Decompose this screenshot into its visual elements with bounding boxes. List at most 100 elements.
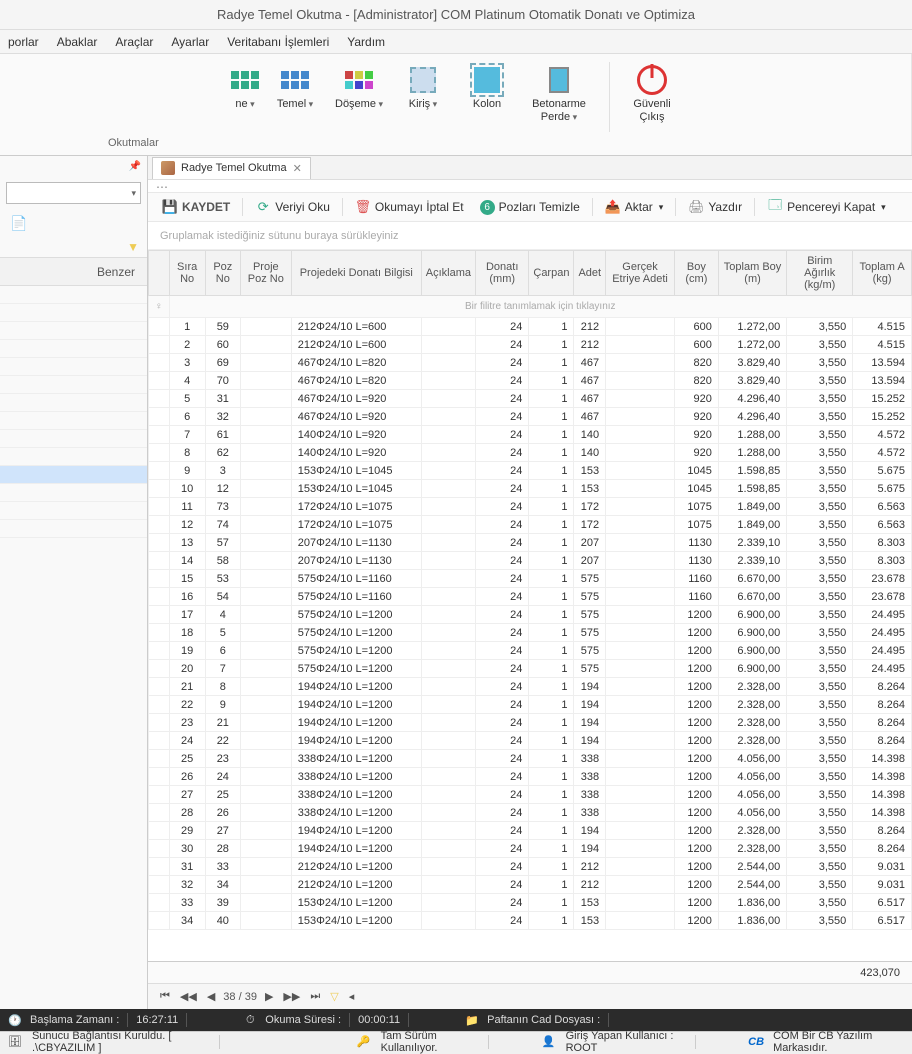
table-row[interactable]: 34 40 153Φ24/10 L=1200 24 1 153 1200 1.8… xyxy=(149,912,912,930)
table-row[interactable]: 9 3 153Φ24/10 L=1045 24 1 153 1045 1.598… xyxy=(149,462,912,480)
col-donati[interactable]: Donatı (mm) xyxy=(476,251,529,296)
menu-item[interactable]: Araçlar xyxy=(115,35,153,49)
table-row[interactable]: 11 73 172Φ24/10 L=1075 24 1 172 1075 1.8… xyxy=(149,498,912,516)
table-row[interactable]: 14 58 207Φ24/10 L=1130 24 1 207 1130 2.3… xyxy=(149,552,912,570)
table-row[interactable]: 12 74 172Φ24/10 L=1075 24 1 172 1075 1.8… xyxy=(149,516,912,534)
list-item[interactable] xyxy=(0,304,147,322)
col-aciklama[interactable]: Açıklama xyxy=(421,251,475,296)
filter-row[interactable]: ♀Bir filitre tanımlamak için tıklayınız xyxy=(149,296,912,318)
col-agirlik[interactable]: Toplam A (kg) xyxy=(853,251,912,296)
ribbon-cikis[interactable]: Güvenli Çıkış xyxy=(624,62,680,126)
list-item[interactable] xyxy=(0,322,147,340)
ribbon-doseme[interactable]: Döşeme xyxy=(331,62,387,113)
menu-item[interactable]: Yardım xyxy=(347,35,385,49)
filter-icon[interactable]: ▼ xyxy=(127,240,139,254)
page-back-icon[interactable]: ◀ xyxy=(205,990,217,1003)
side-dropdown[interactable]: ▾ xyxy=(6,182,141,204)
ribbon-ne[interactable]: ne xyxy=(231,62,259,113)
list-item[interactable] xyxy=(0,520,147,538)
tab-close-icon[interactable]: ✕ xyxy=(293,162,302,175)
side-folder-icon[interactable]: 📄 xyxy=(0,210,147,236)
table-row[interactable]: 25 23 338Φ24/10 L=1200 24 1 338 1200 4.0… xyxy=(149,750,912,768)
group-by-hint[interactable]: Gruplamak istediğiniz sütunu buraya sürü… xyxy=(148,222,912,250)
menu-item[interactable]: porlar xyxy=(8,35,39,49)
ribbon-kolon[interactable]: Kolon xyxy=(459,62,515,113)
table-row[interactable]: 1 59 212Φ24/10 L=600 24 1 212 600 1.272,… xyxy=(149,318,912,336)
table-row[interactable]: 22 9 194Φ24/10 L=1200 24 1 194 1200 2.32… xyxy=(149,696,912,714)
table-row[interactable]: 10 12 153Φ24/10 L=1045 24 1 153 1045 1.5… xyxy=(149,480,912,498)
page-last-icon[interactable]: ⏭ xyxy=(308,990,322,1003)
iptal-button[interactable]: 🗑Okumayı İptal Et xyxy=(349,197,470,217)
list-item[interactable] xyxy=(0,412,147,430)
veriyi-oku-button[interactable]: ⟳Veriyi Oku xyxy=(249,197,336,217)
page-next-icon[interactable]: ▶ xyxy=(263,990,275,1003)
menu-item[interactable]: Veritabanı İşlemleri xyxy=(227,35,329,49)
col-projepoz[interactable]: Proje Poz No xyxy=(240,251,291,296)
data-grid[interactable]: Sıra No Poz No Proje Poz No Projedeki Do… xyxy=(148,250,912,961)
table-row[interactable]: 8 62 140Φ24/10 L=920 24 1 140 920 1.288,… xyxy=(149,444,912,462)
list-item[interactable] xyxy=(0,394,147,412)
ribbon-kiris[interactable]: Kiriş xyxy=(395,62,451,113)
kaydet-button[interactable]: 💾KAYDET xyxy=(156,197,236,217)
table-row[interactable]: 33 39 153Φ24/10 L=1200 24 1 153 1200 1.8… xyxy=(149,894,912,912)
list-item[interactable] xyxy=(0,340,147,358)
list-item[interactable] xyxy=(0,376,147,394)
yazdir-button[interactable]: 🖨Yazdır xyxy=(682,197,748,217)
table-row[interactable]: 5 31 467Φ24/10 L=920 24 1 467 920 4.296,… xyxy=(149,390,912,408)
page-fwd-icon[interactable]: ▶▶ xyxy=(281,990,302,1003)
ribbon-perde[interactable]: Betonarme Perde xyxy=(523,62,595,126)
ribbon-temel[interactable]: Temel xyxy=(267,62,323,113)
col-birim[interactable]: Birim Ağırlık (kg/m) xyxy=(787,251,853,296)
paginator-filter-icon[interactable]: ▽ xyxy=(328,990,340,1003)
col-sira[interactable]: Sıra No xyxy=(169,251,205,296)
menu-item[interactable]: Ayarlar xyxy=(171,35,209,49)
col-boy[interactable]: Boy (cm) xyxy=(674,251,718,296)
kapat-button[interactable]: 🗔Pencereyi Kapat▾ xyxy=(761,197,892,217)
list-item[interactable] xyxy=(0,430,147,448)
page-first-icon[interactable]: ⏮ xyxy=(158,990,172,1003)
table-row[interactable]: 29 27 194Φ24/10 L=1200 24 1 194 1200 2.3… xyxy=(149,822,912,840)
table-row[interactable]: 20 7 575Φ24/10 L=1200 24 1 575 1200 6.90… xyxy=(149,660,912,678)
list-item[interactable] xyxy=(0,502,147,520)
list-item[interactable] xyxy=(0,484,147,502)
page-prev-icon[interactable]: ◀◀ xyxy=(178,990,199,1003)
table-row[interactable]: 15 53 575Φ24/10 L=1160 24 1 575 1160 6.6… xyxy=(149,570,912,588)
table-row[interactable]: 26 24 338Φ24/10 L=1200 24 1 338 1200 4.0… xyxy=(149,768,912,786)
temizle-button[interactable]: 6Pozları Temizle xyxy=(474,198,586,217)
table-row[interactable]: 21 8 194Φ24/10 L=1200 24 1 194 1200 2.32… xyxy=(149,678,912,696)
col-bilgi[interactable]: Projedeki Donatı Bilgisi xyxy=(291,251,421,296)
side-column-header[interactable]: Benzer xyxy=(0,258,147,286)
table-row[interactable]: 31 33 212Φ24/10 L=1200 24 1 212 1200 2.5… xyxy=(149,858,912,876)
table-row[interactable]: 24 22 194Φ24/10 L=1200 24 1 194 1200 2.3… xyxy=(149,732,912,750)
table-row[interactable]: 28 26 338Φ24/10 L=1200 24 1 338 1200 4.0… xyxy=(149,804,912,822)
col-toplam[interactable]: Toplam Boy (m) xyxy=(718,251,786,296)
table-row[interactable]: 16 54 575Φ24/10 L=1160 24 1 575 1160 6.6… xyxy=(149,588,912,606)
list-item[interactable] xyxy=(0,448,147,466)
pin-icon[interactable]: 📌 xyxy=(0,156,147,176)
table-row[interactable]: 23 21 194Φ24/10 L=1200 24 1 194 1200 2.3… xyxy=(149,714,912,732)
table-row[interactable]: 13 57 207Φ24/10 L=1130 24 1 207 1130 2.3… xyxy=(149,534,912,552)
table-row[interactable]: 18 5 575Φ24/10 L=1200 24 1 575 1200 6.90… xyxy=(149,624,912,642)
table-row[interactable]: 3 69 467Φ24/10 L=820 24 1 467 820 3.829,… xyxy=(149,354,912,372)
table-row[interactable]: 32 34 212Φ24/10 L=1200 24 1 212 1200 2.5… xyxy=(149,876,912,894)
col-carpan[interactable]: Çarpan xyxy=(529,251,574,296)
table-row[interactable]: 2 60 212Φ24/10 L=600 24 1 212 600 1.272,… xyxy=(149,336,912,354)
list-item[interactable] xyxy=(0,286,147,304)
table-row[interactable]: 6 32 467Φ24/10 L=920 24 1 467 920 4.296,… xyxy=(149,408,912,426)
table-row[interactable]: 4 70 467Φ24/10 L=820 24 1 467 820 3.829,… xyxy=(149,372,912,390)
menu-item[interactable]: Abaklar xyxy=(57,35,98,49)
table-row[interactable]: 19 6 575Φ24/10 L=1200 24 1 575 1200 6.90… xyxy=(149,642,912,660)
table-row[interactable]: 7 61 140Φ24/10 L=920 24 1 140 920 1.288,… xyxy=(149,426,912,444)
tab-radye-temel[interactable]: Radye Temel Okutma ✕ xyxy=(152,157,311,179)
aktar-button[interactable]: 📤Aktar▾ xyxy=(599,197,670,217)
list-item[interactable] xyxy=(0,466,147,484)
user-icon: 👤 xyxy=(542,1035,556,1049)
table-row[interactable]: 17 4 575Φ24/10 L=1200 24 1 575 1200 6.90… xyxy=(149,606,912,624)
table-row[interactable]: 27 25 338Φ24/10 L=1200 24 1 338 1200 4.0… xyxy=(149,786,912,804)
col-poz[interactable]: Poz No xyxy=(205,251,240,296)
list-item[interactable] xyxy=(0,358,147,376)
page-more-icon[interactable]: ◂ xyxy=(347,990,357,1003)
col-etriye[interactable]: Gerçek Etriye Adeti xyxy=(606,251,675,296)
col-adet[interactable]: Adet xyxy=(574,251,606,296)
table-row[interactable]: 30 28 194Φ24/10 L=1200 24 1 194 1200 2.3… xyxy=(149,840,912,858)
